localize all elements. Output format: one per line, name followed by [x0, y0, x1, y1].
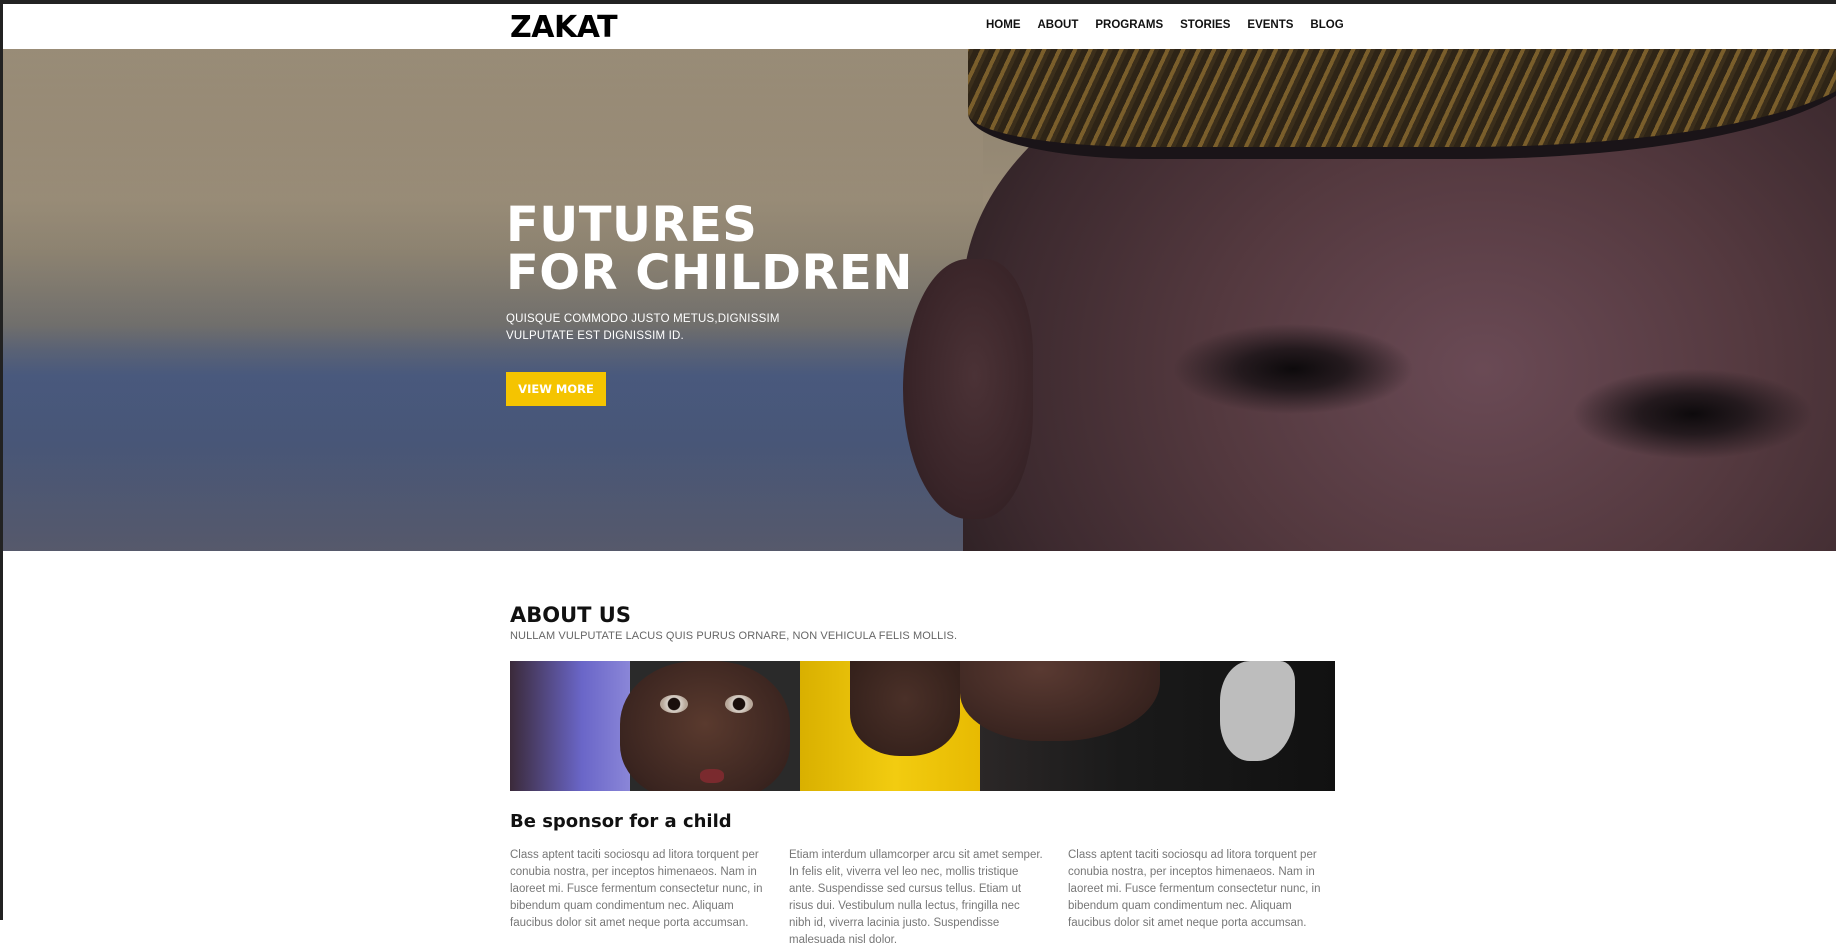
nav-about[interactable]: ABOUT	[1038, 19, 1079, 31]
hero-banner: FUTURES FOR CHILDREN QUISQUE COMMODO JUS…	[3, 49, 1836, 551]
about-columns: Class aptent taciti sociosqu ad litora t…	[510, 847, 1340, 949]
nav-blog[interactable]: BLOG	[1310, 19, 1343, 31]
about-column-2: Etiam interdum ullamcorper arcu sit amet…	[789, 849, 1043, 946]
nav-home[interactable]: HOME	[986, 19, 1021, 31]
child-face-back	[850, 661, 960, 756]
hero-subtitle-line-2: VULPUTATE EST DIGNISSIM ID.	[506, 330, 684, 342]
purple-headscarf	[510, 661, 630, 791]
hero-title-line-2: FOR CHILDREN	[506, 245, 913, 301]
hero-title: FUTURES FOR CHILDREN	[506, 201, 913, 297]
about-subtitle: NULLAM VULPUTATE LACUS QUIS PURUS ORNARE…	[510, 630, 958, 642]
hero-subtitle: QUISQUE COMMODO JUSTO METUS,DIGNISSIM VU…	[506, 311, 806, 345]
about-children-image	[510, 661, 1335, 791]
baby-mouth	[700, 769, 724, 783]
baby-eye-left	[660, 695, 688, 713]
nav-events[interactable]: EVENTS	[1247, 19, 1293, 31]
hero-subtitle-line-1: QUISQUE COMMODO JUSTO METUS,DIGNISSIM	[506, 313, 780, 325]
baby-eye-right	[725, 695, 753, 713]
about-column-3: Class aptent taciti sociosqu ad litora t…	[1068, 849, 1321, 929]
site-header: ZAKAT HOME ABOUT PROGRAMS STORIES EVENTS…	[3, 4, 1836, 49]
nav-stories[interactable]: STORIES	[1180, 19, 1230, 31]
main-nav: HOME ABOUT PROGRAMS STORIES EVENTS BLOG	[986, 19, 1344, 31]
logo[interactable]: ZAKAT	[510, 10, 618, 45]
about-title: ABOUT US	[510, 603, 631, 627]
white-pattern	[1220, 661, 1295, 761]
hero-title-line-1: FUTURES	[506, 197, 758, 253]
view-more-button[interactable]: VIEW MORE	[506, 372, 606, 406]
about-column-1: Class aptent taciti sociosqu ad litora t…	[510, 849, 763, 929]
hero-ear-image	[903, 259, 1033, 519]
sponsor-title: Be sponsor for a child	[510, 811, 732, 832]
nav-programs[interactable]: PROGRAMS	[1095, 19, 1163, 31]
